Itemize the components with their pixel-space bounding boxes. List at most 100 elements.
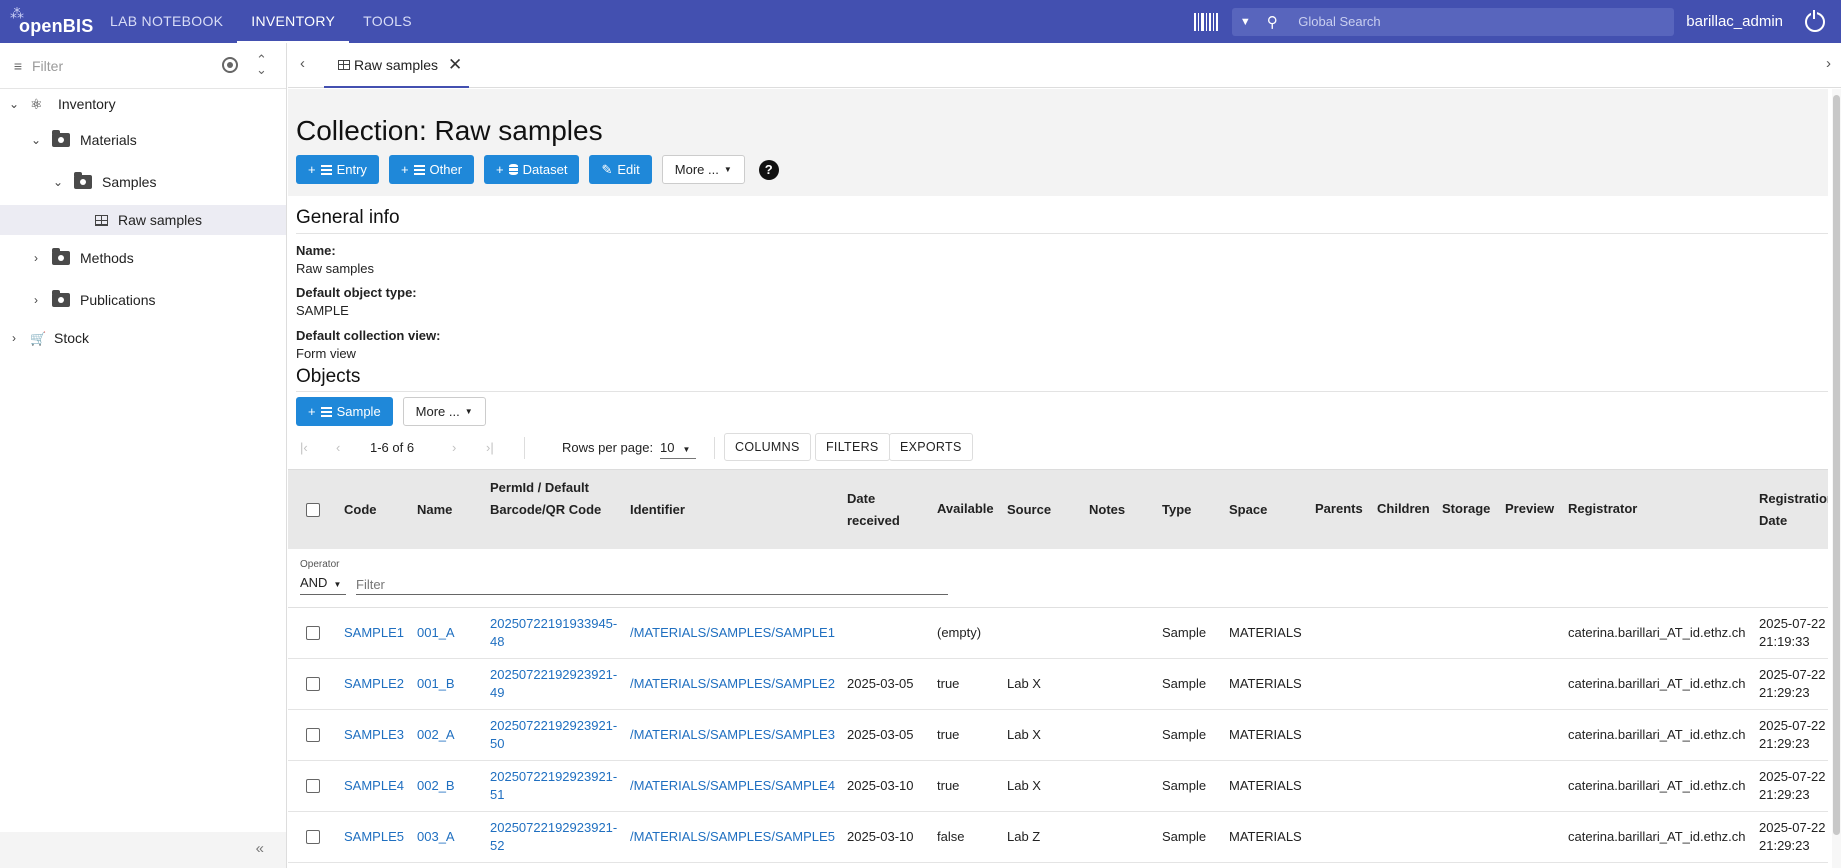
row-checkbox[interactable]: [306, 728, 320, 742]
tree-item-methods[interactable]: › Methods: [0, 243, 286, 273]
scrollbar-thumb[interactable]: [1833, 95, 1840, 835]
exports-button[interactable]: EXPORTS: [889, 433, 973, 461]
first-page-icon[interactable]: |‹: [300, 440, 308, 455]
cell-identifier[interactable]: /MATERIALS/SAMPLES/SAMPLE4: [630, 777, 835, 795]
column-header-type[interactable]: Type: [1162, 499, 1191, 521]
row-checkbox[interactable]: [306, 779, 320, 793]
filters-button[interactable]: FILTERS: [815, 433, 890, 461]
openbis-logo[interactable]: ⁂ openBIS: [0, 0, 96, 43]
next-page-icon[interactable]: ›: [452, 440, 456, 455]
cell-code[interactable]: SAMPLE2: [344, 675, 404, 693]
cell-permid[interactable]: 20250722192923921-51: [490, 768, 622, 804]
cell-permid[interactable]: 20250722192923921-52: [490, 819, 622, 855]
add-other-button[interactable]: + Other: [388, 155, 475, 184]
column-header-date-received[interactable]: Date received: [847, 488, 907, 531]
table-row[interactable]: SAMPLE3 002_A 20250722192923921-50 /MATE…: [288, 710, 1828, 761]
rows-per-page-select[interactable]: 10 ▼: [660, 435, 696, 459]
chevron-down-icon[interactable]: ⌄: [6, 97, 22, 111]
nav-tab-tools[interactable]: TOOLS: [349, 0, 426, 43]
collapse-sidebar-icon[interactable]: «: [256, 840, 264, 857]
cell-code[interactable]: SAMPLE1: [344, 624, 404, 642]
nav-tab-inventory[interactable]: INVENTORY: [237, 0, 350, 43]
chevron-down-icon[interactable]: ⌄: [50, 175, 66, 189]
column-header-preview[interactable]: Preview: [1505, 498, 1554, 520]
cell-code[interactable]: SAMPLE4: [344, 777, 404, 795]
select-all-checkbox[interactable]: [306, 503, 320, 517]
table-row[interactable]: SAMPLE2 001_B 20250722192923921-49 /MATE…: [288, 659, 1828, 710]
cell-name[interactable]: 002_A: [417, 726, 455, 744]
column-header-available[interactable]: Available: [937, 498, 994, 520]
chevron-right-icon[interactable]: ›: [28, 251, 44, 265]
tree-item-samples[interactable]: ⌄ Samples: [0, 167, 286, 197]
chevron-left-icon[interactable]: ‹: [300, 55, 305, 72]
column-header-permid[interactable]: PermId / Default Barcode/QR Code: [490, 477, 610, 520]
more-button[interactable]: More ... ▼: [661, 155, 745, 184]
cell-identifier[interactable]: /MATERIALS/SAMPLES/SAMPLE3: [630, 726, 835, 744]
cell-date-received: 2025-03-05: [847, 676, 914, 691]
column-header-children[interactable]: Children: [1377, 498, 1430, 520]
row-checkbox[interactable]: [306, 830, 320, 844]
column-header-space[interactable]: Space: [1229, 499, 1267, 521]
column-header-source[interactable]: Source: [1007, 499, 1051, 521]
column-header-notes[interactable]: Notes: [1089, 499, 1125, 521]
column-header-registration-date[interactable]: Registration Date: [1759, 488, 1828, 531]
power-icon[interactable]: [1805, 9, 1825, 32]
chevron-right-icon[interactable]: ›: [1826, 55, 1831, 72]
nav-tab-lab-notebook[interactable]: LAB NOTEBOOK: [96, 0, 237, 43]
add-entry-button[interactable]: + Entry: [296, 155, 379, 184]
chevron-right-icon[interactable]: ›: [6, 331, 22, 345]
edit-button[interactable]: ✎ Edit: [589, 155, 652, 184]
cell-identifier[interactable]: /MATERIALS/SAMPLES/SAMPLE5: [630, 828, 835, 846]
table-filter-input[interactable]: Filter: [356, 573, 948, 595]
add-dataset-button[interactable]: + Dataset: [484, 155, 580, 184]
cell-permid[interactable]: 20250722191933945-48: [490, 615, 622, 651]
cell-name[interactable]: 001_B: [417, 675, 455, 693]
row-checkbox[interactable]: [306, 626, 320, 640]
last-page-icon[interactable]: ›|: [486, 440, 494, 455]
chevron-right-icon[interactable]: ›: [28, 293, 44, 307]
sidebar-filter-input[interactable]: Filter: [32, 58, 63, 74]
columns-button[interactable]: COLUMNS: [724, 433, 811, 461]
cell-code[interactable]: SAMPLE5: [344, 828, 404, 846]
column-header-registrator[interactable]: Registrator: [1568, 498, 1637, 520]
global-search[interactable]: ▼ ⚲ Global Search: [1232, 7, 1675, 36]
cell-identifier[interactable]: /MATERIALS/SAMPLES/SAMPLE1: [630, 624, 835, 642]
user-name[interactable]: barillac_admin: [1686, 13, 1783, 30]
tree-item-inventory[interactable]: ⌄ ⚛ Inventory: [0, 89, 286, 119]
row-checkbox[interactable]: [306, 677, 320, 691]
barcode-icon[interactable]: [1194, 12, 1219, 31]
cell-name[interactable]: 003_A: [417, 828, 455, 846]
add-sample-button[interactable]: + Sample: [296, 397, 393, 426]
objects-more-button[interactable]: More ... ▼: [402, 397, 486, 426]
tree-item-publications[interactable]: › Publications: [0, 285, 286, 315]
chevron-down-icon[interactable]: ⌄: [28, 133, 44, 147]
operator-select[interactable]: AND ▼: [300, 573, 346, 595]
help-icon[interactable]: ?: [758, 159, 779, 180]
column-header-parents[interactable]: Parents: [1315, 498, 1363, 520]
add-entry-label: Entry: [336, 162, 367, 177]
column-header-identifier[interactable]: Identifier: [630, 499, 685, 521]
tree-item-raw-samples[interactable]: Raw samples: [0, 205, 286, 235]
prev-page-icon[interactable]: ‹: [336, 440, 340, 455]
table-row[interactable]: SAMPLE1 001_A 20250722191933945-48 /MATE…: [288, 608, 1828, 659]
collapse-all-icon[interactable]: ⌃ ⌄: [256, 53, 267, 76]
cell-name[interactable]: 001_A: [417, 624, 455, 642]
global-search-input[interactable]: Global Search: [1298, 14, 1380, 29]
cell-name[interactable]: 002_B: [417, 777, 455, 795]
column-header-code[interactable]: Code: [344, 499, 377, 521]
tree-item-materials[interactable]: ⌄ Materials: [0, 125, 286, 155]
tab-raw-samples[interactable]: Raw samples ✕: [324, 43, 469, 88]
cell-identifier[interactable]: /MATERIALS/SAMPLES/SAMPLE2: [630, 675, 835, 693]
main-scrollbar[interactable]: [1832, 89, 1841, 868]
cell-code[interactable]: SAMPLE3: [344, 726, 404, 744]
column-header-name[interactable]: Name: [417, 499, 452, 521]
tree-item-stock[interactable]: › 🛒 Stock: [0, 323, 286, 353]
column-header-storage[interactable]: Storage: [1442, 498, 1490, 520]
locate-icon[interactable]: [222, 57, 238, 73]
close-icon[interactable]: ✕: [448, 55, 462, 75]
cell-permid[interactable]: 20250722192923921-50: [490, 717, 622, 753]
cell-permid[interactable]: 20250722192923921-49: [490, 666, 622, 702]
table-row[interactable]: SAMPLE5 003_A 20250722192923921-52 /MATE…: [288, 812, 1828, 863]
table-row[interactable]: SAMPLE4 002_B 20250722192923921-51 /MATE…: [288, 761, 1828, 812]
chevron-down-icon[interactable]: ▼: [1232, 16, 1258, 28]
